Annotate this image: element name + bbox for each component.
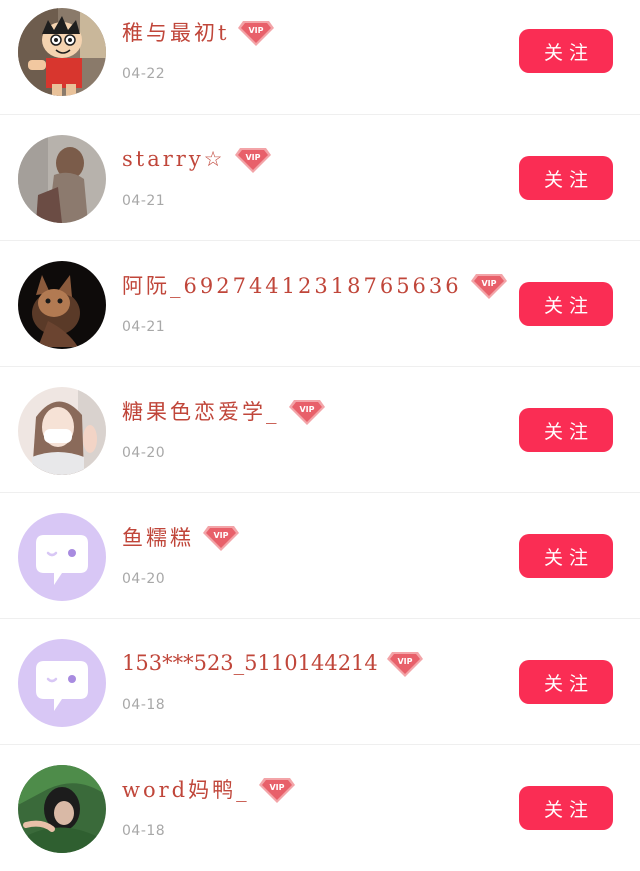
girl-green-hoodie-avatar-icon	[18, 765, 106, 853]
avatar[interactable]	[18, 639, 106, 727]
list-item[interactable]: 153***523_5110144214 VIP 04-18 关注	[0, 619, 640, 745]
list-item[interactable]: 鱼糯糕 VIP 04-20 关注	[0, 493, 640, 619]
avatar[interactable]	[18, 765, 106, 853]
svg-text:VIP: VIP	[299, 405, 314, 414]
vip-badge-icon: VIP	[258, 778, 295, 803]
default-chat-avatar-icon	[18, 513, 106, 601]
avatar[interactable]	[18, 8, 106, 96]
username[interactable]: 153***523_5110144214	[122, 651, 378, 675]
follow-button[interactable]: 关注	[519, 282, 613, 326]
svg-text:VIP: VIP	[249, 26, 264, 35]
follow-date: 04-21	[122, 319, 166, 335]
follow-date: 04-20	[122, 571, 166, 587]
follow-date: 04-20	[122, 445, 166, 461]
svg-text:VIP: VIP	[481, 279, 496, 288]
avatar[interactable]	[18, 135, 106, 223]
follow-button[interactable]: 关注	[519, 29, 613, 73]
list-item[interactable]: word妈鸭_ VIP 04-18 关注	[0, 745, 640, 871]
svg-text:VIP: VIP	[269, 783, 284, 792]
kitten-photo-avatar-icon	[18, 261, 106, 349]
svg-text:VIP: VIP	[245, 153, 260, 162]
svg-text:VIP: VIP	[213, 531, 228, 540]
vip-badge-icon: VIP	[203, 526, 239, 551]
follow-date: 04-22	[122, 66, 166, 82]
vip-badge-icon: VIP	[386, 652, 423, 677]
follower-list: 稚与最初t VIP 04-22 关注 starry☆ VIP 04-21 关注 …	[0, 0, 640, 871]
follow-button[interactable]: 关注	[519, 408, 613, 452]
vip-badge-icon: VIP	[234, 148, 271, 173]
follow-button[interactable]: 关注	[519, 534, 613, 578]
username[interactable]: 稚与最初t	[122, 17, 229, 47]
follow-date: 04-18	[122, 823, 166, 839]
vip-badge-icon: VIP	[470, 274, 507, 299]
username[interactable]: 糖果色恋爱学_	[122, 396, 280, 426]
username[interactable]: word妈鸭_	[122, 774, 250, 804]
avatar[interactable]	[18, 513, 106, 601]
cartoon-boy-avatar-icon	[18, 8, 106, 96]
follow-button[interactable]: 关注	[519, 786, 613, 830]
avatar[interactable]	[18, 261, 106, 349]
vip-badge-icon: VIP	[288, 400, 325, 425]
avatar[interactable]	[18, 387, 106, 475]
list-item[interactable]: 稚与最初t VIP 04-22 关注	[0, 0, 640, 115]
girl-back-photo-avatar-icon	[18, 135, 106, 223]
username[interactable]: starry☆	[122, 147, 226, 171]
follow-button[interactable]: 关注	[519, 660, 613, 704]
username[interactable]: 鱼糯糕	[122, 522, 194, 552]
list-item[interactable]: starry☆ VIP 04-21 关注	[0, 115, 640, 241]
follow-date: 04-18	[122, 697, 166, 713]
default-chat-avatar-icon	[18, 639, 106, 727]
follow-button[interactable]: 关注	[519, 156, 613, 200]
girl-mask-photo-avatar-icon	[18, 387, 106, 475]
svg-text:VIP: VIP	[397, 657, 412, 666]
username[interactable]: 阿阮_69274412318765636	[122, 270, 462, 300]
list-item[interactable]: 阿阮_69274412318765636 VIP 04-21 关注	[0, 241, 640, 367]
vip-badge-icon: VIP	[238, 21, 275, 46]
list-item[interactable]: 糖果色恋爱学_ VIP 04-20 关注	[0, 367, 640, 493]
follow-date: 04-21	[122, 193, 166, 209]
